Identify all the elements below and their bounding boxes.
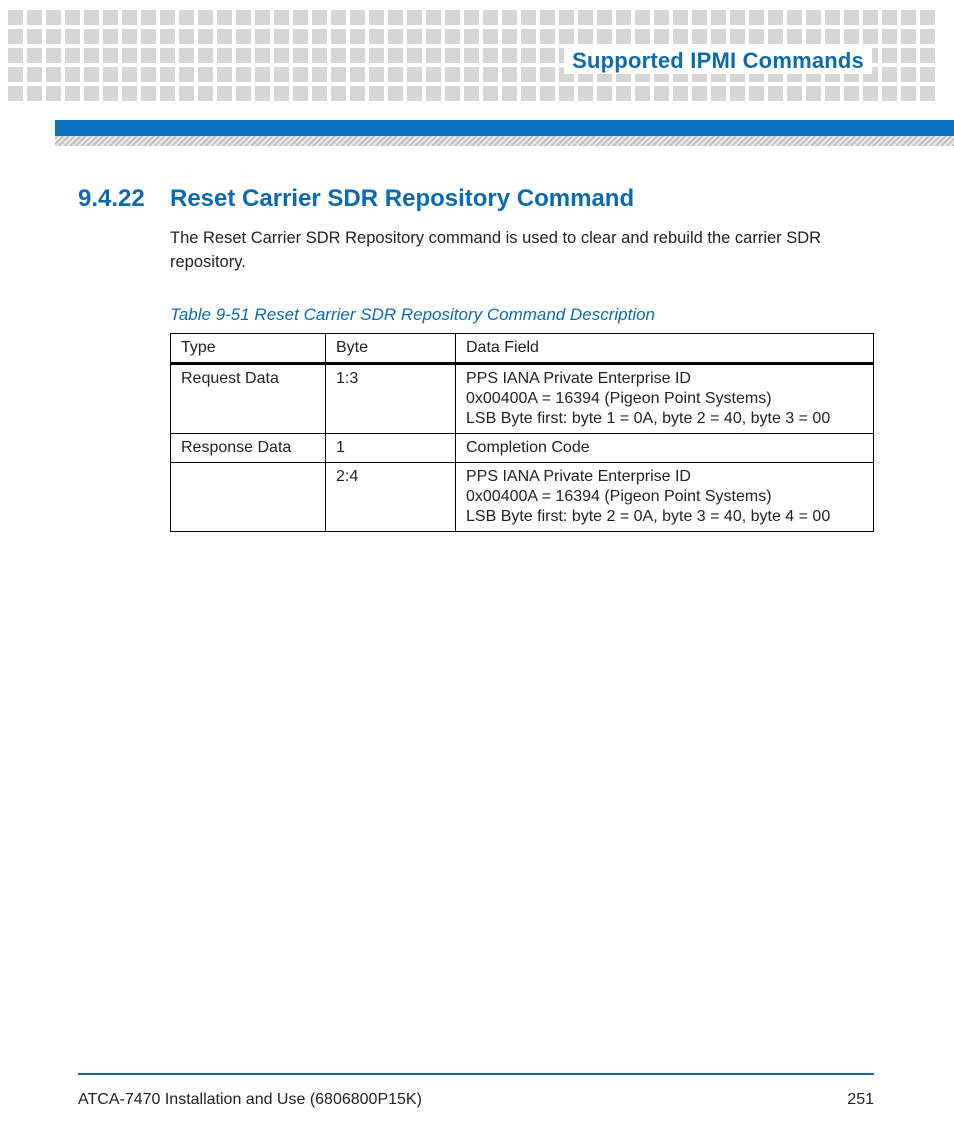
table-cell-data-line: 0x00400A = 16394 (Pigeon Point Systems) — [466, 488, 863, 506]
table-header-cell: Byte — [326, 333, 456, 363]
footer-doc-id: ATCA-7470 Installation and Use (6806800P… — [78, 1091, 422, 1109]
table-cell-data-line: 0x00400A = 16394 (Pigeon Point Systems) — [466, 390, 863, 408]
header-hatch-bar — [55, 136, 954, 146]
table-header-cell: Type — [171, 333, 326, 363]
table-cell-data-line: PPS IANA Private Enterprise ID — [466, 370, 863, 388]
page-header-title: Supported IPMI Commands — [564, 48, 872, 74]
section-number: 9.4.22 — [78, 185, 170, 213]
footer-rule — [78, 1073, 874, 1075]
table-cell-data-line: Completion Code — [466, 439, 863, 457]
table-cell-byte: 2:4 — [326, 462, 456, 531]
table-cell-byte: 1 — [326, 433, 456, 462]
table-cell-data-line: PPS IANA Private Enterprise ID — [466, 468, 863, 486]
footer-page-number: 251 — [847, 1091, 874, 1109]
section-title: Reset Carrier SDR Repository Command — [170, 185, 634, 213]
table-cell-data-field: Completion Code — [456, 433, 874, 462]
table-cell-data-line: LSB Byte first: byte 1 = 0A, byte 2 = 40… — [466, 410, 863, 428]
table-cell-type: Request Data — [171, 363, 326, 433]
table-header-row: Type Byte Data Field — [171, 333, 874, 363]
table-cell-data-line: LSB Byte first: byte 2 = 0A, byte 3 = 40… — [466, 508, 863, 526]
table-row: Request Data1:3PPS IANA Private Enterpri… — [171, 363, 874, 433]
table-row: Response Data1 Completion Code — [171, 433, 874, 462]
footer: ATCA-7470 Installation and Use (6806800P… — [78, 1091, 874, 1109]
table-caption: Table 9-51 Reset Carrier SDR Repository … — [170, 305, 874, 325]
section-body: The Reset Carrier SDR Repository command… — [170, 227, 870, 275]
table-header-cell: Data Field — [456, 333, 874, 363]
table-cell-type — [171, 462, 326, 531]
table-cell-data-field: PPS IANA Private Enterprise ID 0x00400A =… — [456, 363, 874, 433]
table-cell-type: Response Data — [171, 433, 326, 462]
table-cell-data-field: PPS IANA Private Enterprise ID 0x00400A =… — [456, 462, 874, 531]
content-area: 9.4.22 Reset Carrier SDR Repository Comm… — [78, 185, 874, 532]
command-description-table: Type Byte Data Field Request Data1:3PPS … — [170, 333, 874, 532]
section-heading: 9.4.22 Reset Carrier SDR Repository Comm… — [78, 185, 874, 213]
header-blue-bar — [55, 120, 954, 136]
table-cell-byte: 1:3 — [326, 363, 456, 433]
table-row: 2:4 PPS IANA Private Enterprise ID 0x00400… — [171, 462, 874, 531]
